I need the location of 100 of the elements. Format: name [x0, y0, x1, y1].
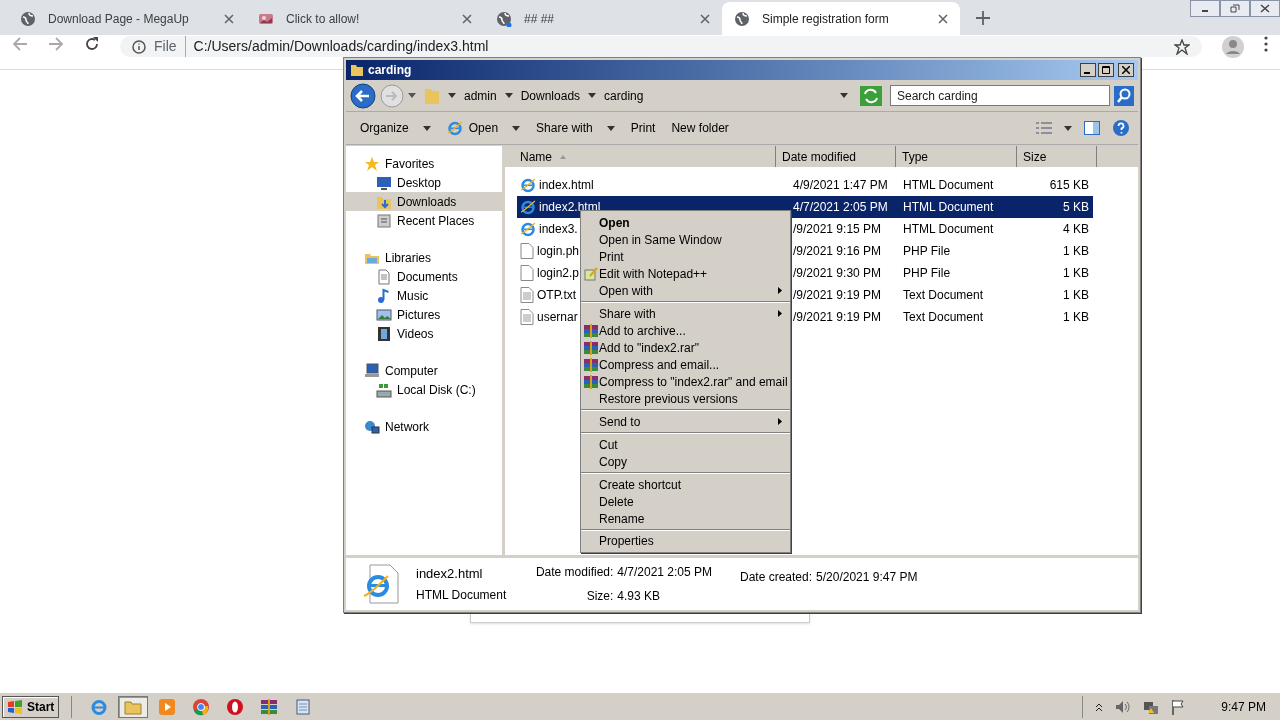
start-button[interactable]: Start	[2, 695, 60, 718]
menu-item[interactable]: Compress to "index2.rar" and email	[581, 373, 790, 390]
search-icon[interactable]	[1114, 85, 1134, 106]
browser-tab[interactable]: ## ##	[484, 2, 722, 35]
window-minimize-button[interactable]	[1190, 0, 1220, 17]
play-icon	[158, 697, 177, 716]
menu-item[interactable]: Delete	[581, 493, 790, 510]
nav-item[interactable]: Downloads	[346, 192, 502, 211]
toolbar-button[interactable]: New folder	[665, 116, 735, 140]
menu-item[interactable]: Send to	[581, 413, 790, 430]
close-icon[interactable]	[938, 13, 948, 24]
menu-item[interactable]: Copy	[581, 453, 790, 470]
maximize-button[interactable]	[1098, 63, 1114, 77]
browser-tab[interactable]: Download Page - MegaUp	[8, 2, 246, 35]
file-name-cell[interactable]: usernar	[517, 306, 580, 328]
file-name-cell[interactable]: OTP.txt	[517, 284, 579, 306]
type-cell-text: HTML Document	[902, 177, 995, 194]
breadcrumb-item[interactable]: Downloads	[520, 86, 581, 105]
nav-item[interactable]: Documents	[346, 267, 502, 286]
minimize-button[interactable]	[1080, 63, 1096, 77]
menu-item[interactable]: Edit with Notepad++	[581, 265, 790, 282]
toolbar-button[interactable]: Open	[440, 116, 527, 140]
browser-tab[interactable]: Click to allow!	[246, 2, 484, 35]
menu-item[interactable]: Create shortcut	[581, 476, 790, 493]
menu-item[interactable]: Open in Same Window	[581, 231, 790, 248]
refresh-icon[interactable]	[860, 85, 882, 106]
menu-item[interactable]: Rename	[581, 510, 790, 527]
column-header[interactable]: Name	[505, 146, 776, 167]
globe-icon	[20, 10, 36, 27]
menu-icon[interactable]	[1264, 36, 1268, 52]
window-close-button[interactable]	[1250, 0, 1280, 17]
clock[interactable]: 9:47 PM	[1221, 697, 1266, 716]
recent-places-icon	[376, 212, 392, 229]
breadcrumb-item[interactable]: admin	[464, 86, 497, 105]
menu-item[interactable]: Share with	[581, 305, 790, 322]
nav-item[interactable]: Videos	[346, 324, 502, 343]
submenu-arrow-icon	[778, 287, 782, 294]
ie-icon	[520, 199, 536, 215]
search-field[interactable]: Search carding	[890, 85, 1110, 106]
star-icon[interactable]	[1174, 38, 1190, 55]
menu-item[interactable]: Restore previous versions	[581, 390, 790, 407]
profile-icon[interactable]	[1222, 36, 1244, 58]
chrome-icon	[192, 697, 211, 716]
nav-item[interactable]: Network	[346, 417, 502, 436]
nav-item[interactable]: Libraries	[346, 248, 502, 267]
drive-icon	[376, 381, 392, 398]
close-icon[interactable]	[700, 13, 710, 24]
file-name-cell[interactable]: index2.html	[517, 196, 603, 218]
speaker-icon[interactable]	[1115, 699, 1132, 714]
new-tab-icon[interactable]	[976, 11, 990, 25]
back-icon[interactable]	[350, 82, 376, 109]
archive-icon	[584, 374, 598, 389]
menu-item[interactable]: Print	[581, 248, 790, 265]
nav-item[interactable]: Favorites	[346, 154, 502, 173]
caret-icon	[840, 93, 848, 98]
restore-icon	[1230, 4, 1240, 13]
help-icon[interactable]	[1112, 119, 1130, 137]
nav-item[interactable]: Recent Places	[346, 211, 502, 230]
flag-icon[interactable]	[1171, 698, 1186, 715]
reload-icon[interactable]	[84, 36, 100, 52]
film-icon	[376, 325, 392, 342]
nav-item[interactable]: Local Disk (C:)	[346, 380, 502, 399]
file-name: OTP.txt	[537, 287, 577, 304]
column-header[interactable]: Size	[1017, 146, 1097, 167]
nav-item[interactable]: Desktop	[346, 173, 502, 192]
taskbar-app[interactable]	[118, 695, 149, 718]
size-cell-text: 615 KB	[1048, 177, 1090, 194]
url-scheme: File	[154, 36, 186, 57]
menu-item[interactable]: Cut	[581, 436, 790, 453]
column-header[interactable]: Date modified	[776, 146, 896, 167]
close-icon[interactable]	[462, 13, 472, 24]
close-icon[interactable]	[224, 13, 234, 24]
file-name: index2.html	[539, 199, 601, 216]
browser-tab[interactable]: Simple registration form	[722, 2, 960, 35]
address-bar[interactable]: File C:/Users/admin/Downloads/carding/index3.html	[120, 36, 1202, 57]
nav-item[interactable]: Pictures	[346, 305, 502, 324]
menu-item[interactable]: Properties	[581, 532, 790, 549]
file-name-cell[interactable]: index.html	[517, 174, 596, 196]
menu-item[interactable]: Compress and email...	[581, 356, 790, 373]
chevron-up-icon[interactable]	[1095, 701, 1104, 712]
file-name-cell[interactable]: login.ph	[517, 240, 582, 262]
nav-item[interactable]: Computer	[346, 361, 502, 380]
toolbar-button[interactable]: Share with	[530, 116, 621, 140]
size-cell-text: 1 KB	[1062, 287, 1090, 304]
column-header[interactable]: Type	[896, 146, 1017, 167]
menu-item[interactable]: Add to "index2.rar"	[581, 339, 790, 356]
file-name-cell[interactable]: index3.	[517, 218, 580, 240]
menu-item[interactable]: Add to archive...	[581, 322, 790, 339]
preview-pane-icon[interactable]	[1084, 121, 1100, 135]
close-button[interactable]	[1118, 63, 1134, 77]
nav-item[interactable]: Music	[346, 286, 502, 305]
toolbar-button[interactable]: Print	[624, 116, 662, 140]
date-cell: 4/7/2021 2:05 PM	[793, 196, 898, 218]
toolbar-button[interactable]: Organize	[354, 116, 437, 140]
document-icon	[376, 268, 392, 285]
breadcrumb-item[interactable]: carding	[604, 86, 644, 105]
menu-item[interactable]: Open with	[581, 282, 790, 299]
file-name-cell[interactable]: login2.p	[517, 262, 582, 284]
close-icon	[1260, 4, 1270, 13]
caret-icon	[408, 93, 416, 98]
